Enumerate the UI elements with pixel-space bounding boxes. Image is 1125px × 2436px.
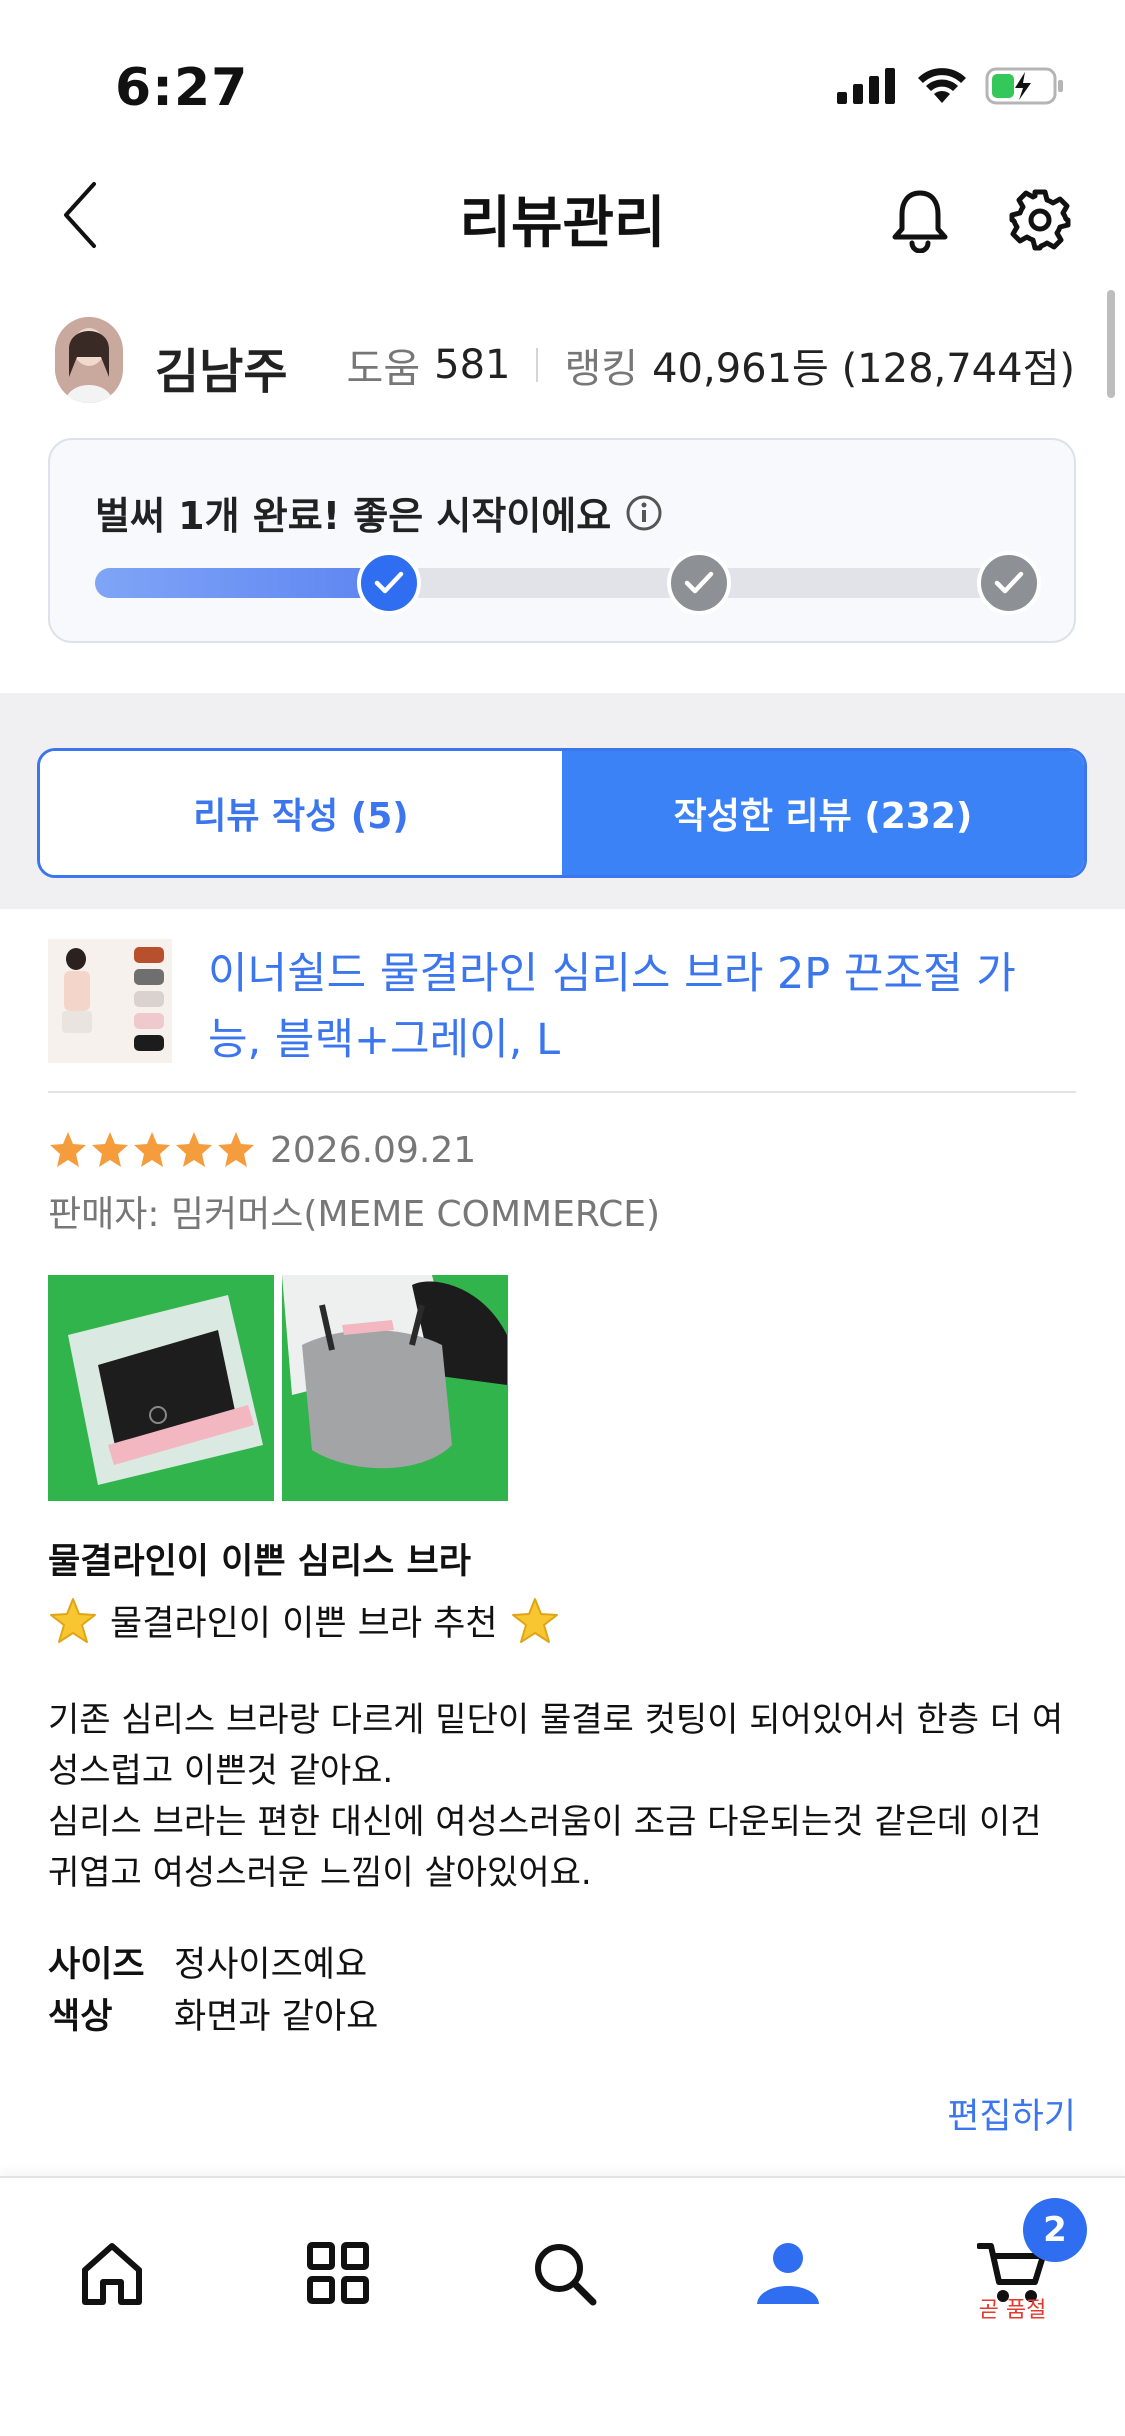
star-icon <box>176 1132 212 1167</box>
scrollbar[interactable] <box>1107 290 1115 398</box>
review-paragraph-1: 기존 심리스 브라랑 다르게 밑단이 물결로 컷팅이 되어있어서 한층 더 여성… <box>48 1700 1064 1791</box>
signal-icon <box>837 68 895 104</box>
progress-step-3 <box>977 551 1041 615</box>
search-icon <box>535 2244 597 2306</box>
review-subline: 물결라인이 이쁜 브라 추천 <box>48 1595 560 1646</box>
progress-message: 벌써 1개 완료! 좋은 시작이에요 <box>95 485 663 540</box>
profile-summary: 김남주 도움 581 랭킹 40,961등 (128,744점) <box>0 310 1125 410</box>
review-photo-1[interactable] <box>48 1275 274 1501</box>
edit-review-link[interactable]: 편집하기 <box>947 2088 1076 2139</box>
review-management-screen: 6:27 리뷰관리 김남주 도움 581 랭킹 40,961등 (128,744… <box>0 0 1125 2436</box>
user-name: 김남주 <box>155 344 288 400</box>
review-headline: 물결라인이 이쁜 심리스 브라 <box>48 1542 471 1582</box>
tab-written-reviews[interactable]: 작성한 리뷰 (232) <box>562 751 1084 875</box>
check-icon <box>374 571 404 594</box>
seller-name: 판매자: 밈커머스(MEME COMMERCE) <box>48 1194 661 1235</box>
notifications-button[interactable] <box>880 180 960 260</box>
size-attribute: 사이즈 정사이즈예요 <box>48 1936 367 1987</box>
rank-label: 랭킹 <box>564 346 639 392</box>
color-label: 색상 <box>48 1997 113 2037</box>
progress-step-1 <box>357 551 421 615</box>
review-paragraph-2: 심리스 브라는 편한 대신에 여성스러움이 조금 다운되는것 같은데 이건 귀엽… <box>48 1802 1042 1893</box>
wifi-icon <box>918 68 966 103</box>
size-value: 정사이즈예요 <box>174 1945 368 1985</box>
review-photo-image <box>282 1275 508 1501</box>
rating-row: 2026.09.21 <box>48 1122 476 1178</box>
avatar[interactable] <box>55 317 123 403</box>
home-icon <box>82 2243 142 2305</box>
check-icon <box>994 571 1024 594</box>
star-rating <box>48 1130 256 1170</box>
settings-button[interactable] <box>1000 180 1080 260</box>
gear-icon <box>1009 189 1071 251</box>
tab-write-review[interactable]: 리뷰 작성 (5) <box>40 751 562 875</box>
progress-message-text: 벌써 1개 완료! 좋은 시작이에요 <box>95 494 612 538</box>
check-icon <box>684 571 714 594</box>
info-icon[interactable] <box>625 494 663 532</box>
star-icon <box>50 1132 86 1167</box>
review-product[interactable]: 이너쉴드 물결라인 심리스 브라 2P 끈조절 가능, 블랙+그레이, L <box>0 935 1125 1095</box>
nav-home[interactable] <box>62 2223 162 2323</box>
review-subline-text: 물결라인이 이쁜 브라 추천 <box>110 1604 498 1644</box>
progress-card: 벌써 1개 완료! 좋은 시작이에요 <box>48 438 1076 643</box>
help-label: 도움 <box>346 346 421 392</box>
bell-icon <box>892 190 948 253</box>
star-icon <box>134 1132 170 1167</box>
product-image <box>48 939 172 1063</box>
color-attribute: 색상 화면과 같아요 <box>48 1988 378 2039</box>
header: 리뷰관리 <box>0 150 1125 280</box>
review-body: 기존 심리스 브라랑 다르게 밑단이 물결로 컷팅이 되어있어서 한층 더 여성… <box>48 1695 1083 1899</box>
divider <box>48 1091 1076 1093</box>
user-icon <box>757 2243 819 2304</box>
cart-count-badge: 2 <box>1023 2198 1087 2262</box>
review-photo-2[interactable] <box>282 1275 508 1501</box>
stats-divider <box>536 348 539 382</box>
battery-charging-icon <box>985 67 1063 105</box>
star-emoji-icon <box>511 1597 558 1643</box>
nav-search[interactable] <box>514 2223 614 2323</box>
nav-categories[interactable] <box>288 2223 388 2323</box>
cart-sold-out-note: 곧 품절 <box>978 2298 1047 2323</box>
user-stats: 도움 581 랭킹 40,961등 (128,744점) <box>347 336 1075 394</box>
star-emoji-icon <box>50 1597 96 1643</box>
progress-bar <box>95 551 1041 615</box>
star-icon <box>92 1132 128 1167</box>
status-icons <box>837 66 1065 106</box>
bottom-navigation <box>0 2176 1125 2436</box>
product-title[interactable]: 이너쉴드 물결라인 심리스 브라 2P 끈조절 가능, 블랙+그레이, L <box>208 941 1028 1073</box>
nav-my-page[interactable] <box>738 2223 838 2323</box>
progress-step-2 <box>667 551 731 615</box>
progress-fill <box>95 568 374 598</box>
size-label: 사이즈 <box>48 1945 145 1985</box>
product-thumbnail[interactable] <box>48 939 172 1063</box>
avatar-image <box>55 317 123 403</box>
review-date: 2026.09.21 <box>270 1129 477 1171</box>
rank-value: 40,961등 (128,744점) <box>652 346 1075 392</box>
star-icon <box>218 1132 254 1167</box>
grid-icon <box>307 2242 369 2304</box>
review-tabs: 리뷰 작성 (5) 작성한 리뷰 (232) <box>37 748 1087 878</box>
status-time: 6:27 <box>115 58 249 118</box>
review-photo-image <box>48 1275 274 1501</box>
status-bar: 6:27 <box>0 0 1125 150</box>
color-value: 화면과 같아요 <box>174 1997 379 2037</box>
help-value: 581 <box>434 342 511 388</box>
